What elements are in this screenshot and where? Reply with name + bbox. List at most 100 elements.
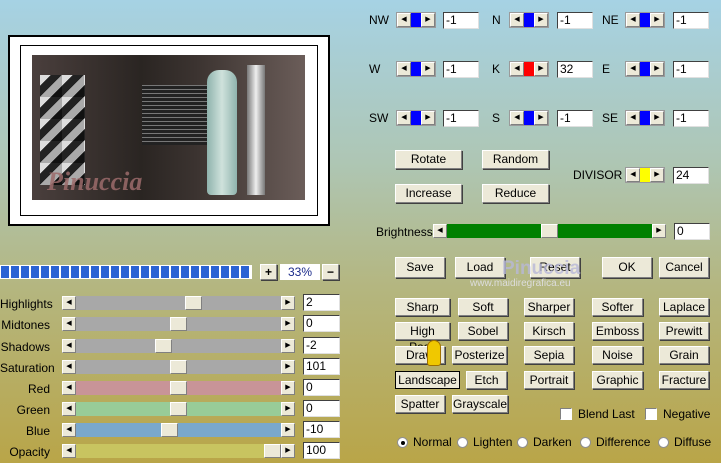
zoom-level: 33% — [280, 264, 320, 280]
preset-fracture-button[interactable]: Fracture — [659, 371, 709, 389]
brightness-thumb[interactable] — [541, 224, 558, 238]
watermark-name: Pinuccia — [502, 258, 581, 279]
matrix-sw-spinner[interactable]: ◀ ▶ — [396, 110, 436, 126]
preset-posterize-button[interactable]: Posterize — [452, 346, 507, 364]
brightness-input[interactable]: 0 — [674, 223, 710, 240]
opacity-input[interactable]: 100 — [303, 442, 340, 459]
matrix-w-spinner[interactable]: ◀ ▶ — [396, 61, 436, 77]
load-button[interactable]: Load — [455, 257, 505, 278]
midtones-input[interactable]: 0 — [303, 315, 340, 332]
slider-thumb[interactable] — [170, 360, 187, 374]
preview-watermark: Pinuccia — [47, 167, 143, 196]
matrix-e-spinner[interactable]: ◀ ▶ — [625, 61, 665, 77]
difference-radio[interactable] — [580, 437, 591, 448]
matrix-sw-input[interactable]: -1 — [443, 110, 479, 127]
slider-thumb[interactable] — [160, 423, 178, 437]
darken-radio[interactable] — [517, 437, 528, 448]
matrix-nw-spinner[interactable]: ◀ ▶ — [396, 12, 436, 28]
random-button[interactable]: Random — [482, 150, 549, 169]
matrix-se-spinner[interactable]: ◀ ▶ — [625, 110, 665, 126]
preset-kirsch-button[interactable]: Kirsch — [524, 322, 574, 340]
lighten-radio[interactable] — [457, 437, 468, 448]
highlights-input[interactable]: 2 — [303, 294, 340, 311]
progress-segment — [1, 266, 9, 278]
normal-radio[interactable] — [397, 437, 408, 448]
midtones-slider[interactable]: ◀ ▶ — [62, 317, 295, 331]
highlights-slider[interactable]: ◀ ▶ — [62, 296, 295, 310]
slider-label: Saturation — [0, 361, 55, 375]
divisor-spinner[interactable]: ◀ ▶ — [625, 167, 665, 183]
zoom-out-button[interactable]: − — [322, 264, 339, 280]
blend-last-checkbox[interactable] — [560, 408, 572, 420]
progress-segment — [201, 266, 209, 278]
preview-image[interactable]: Pinuccia — [32, 55, 305, 200]
matrix-k-input[interactable]: 32 — [557, 61, 593, 78]
preset-portrait-button[interactable]: Portrait — [524, 371, 574, 389]
preset-sharp-button[interactable]: Sharp — [395, 298, 450, 316]
preset-spatter-button[interactable]: Spatter — [395, 395, 445, 413]
green-input[interactable]: 0 — [303, 400, 340, 417]
slider-thumb[interactable] — [170, 381, 187, 395]
negative-checkbox[interactable] — [645, 408, 657, 420]
preset-softer-button[interactable]: Softer — [592, 298, 643, 316]
slider-thumb[interactable] — [170, 317, 187, 331]
blue-input[interactable]: -10 — [303, 421, 340, 438]
preset-laplace-button[interactable]: Laplace — [659, 298, 709, 316]
matrix-label: NE — [602, 13, 619, 27]
opacity-slider[interactable]: ◀ ▶ — [62, 444, 295, 458]
blue-slider[interactable]: ◀ ▶ — [62, 423, 295, 437]
red-slider[interactable]: ◀ ▶ — [62, 381, 295, 395]
saturation-input[interactable]: 101 — [303, 358, 340, 375]
diffuse-radio[interactable] — [658, 437, 669, 448]
green-slider[interactable]: ◀ ▶ — [62, 402, 295, 416]
cancel-button[interactable]: Cancel — [659, 257, 709, 278]
increase-button[interactable]: Increase — [395, 184, 462, 203]
preset-sepia-button[interactable]: Sepia — [524, 346, 574, 364]
preset-high-pass-button[interactable]: High Pass — [395, 322, 450, 354]
reduce-button[interactable]: Reduce — [482, 184, 549, 203]
zoom-in-button[interactable]: + — [260, 264, 277, 280]
saturation-slider[interactable]: ◀ ▶ — [62, 360, 295, 374]
matrix-ne-input[interactable]: -1 — [673, 12, 709, 29]
preset-sobel-button[interactable]: Sobel — [458, 322, 508, 340]
progress-segment — [241, 266, 249, 278]
slider-thumb[interactable] — [170, 402, 187, 416]
preset-graphic-button[interactable]: Graphic — [592, 371, 643, 389]
matrix-se-input[interactable]: -1 — [673, 110, 709, 127]
preset-noise-button[interactable]: Noise — [592, 346, 643, 364]
matrix-s-input[interactable]: -1 — [557, 110, 593, 127]
preset-grain-button[interactable]: Grain — [659, 346, 709, 364]
preset-landscape-button[interactable]: Landscape — [395, 371, 460, 389]
preset-prewitt-button[interactable]: Prewitt — [659, 322, 709, 340]
preset-grayscale-button[interactable]: Grayscale — [452, 395, 508, 413]
progress-segment — [101, 266, 109, 278]
divisor-input[interactable]: 24 — [673, 167, 709, 184]
matrix-nw-input[interactable]: -1 — [443, 12, 479, 29]
rotate-button[interactable]: Rotate — [395, 150, 462, 169]
preset-emboss-button[interactable]: Emboss — [592, 322, 643, 340]
progress-segment — [191, 266, 199, 278]
slider-thumb[interactable] — [264, 444, 281, 458]
preset-etch-button[interactable]: Etch — [466, 371, 507, 389]
matrix-n-spinner[interactable]: ◀ ▶ — [509, 12, 549, 28]
matrix-n-input[interactable]: -1 — [557, 12, 593, 29]
matrix-label: K — [492, 62, 501, 76]
matrix-w-input[interactable]: -1 — [443, 61, 479, 78]
slider-thumb[interactable] — [154, 339, 172, 353]
matrix-s-spinner[interactable]: ◀ ▶ — [509, 110, 549, 126]
slider-thumb[interactable] — [185, 296, 203, 310]
checkbox-label: Negative — [663, 407, 711, 421]
progress-segment — [81, 266, 89, 278]
preset-sharper-button[interactable]: Sharper — [524, 298, 574, 316]
save-button[interactable]: Save — [395, 257, 445, 278]
matrix-e-input[interactable]: -1 — [673, 61, 709, 78]
shadows-input[interactable]: -2 — [303, 337, 340, 354]
matrix-k-spinner[interactable]: ◀ ▶ — [509, 61, 549, 77]
red-input[interactable]: 0 — [303, 379, 340, 396]
preset-soft-button[interactable]: Soft — [458, 298, 508, 316]
radio-label: Darken — [533, 435, 572, 449]
ok-button[interactable]: OK — [602, 257, 652, 278]
brightness-slider[interactable]: ◀ ▶ — [433, 224, 666, 238]
matrix-ne-spinner[interactable]: ◀ ▶ — [625, 12, 665, 28]
shadows-slider[interactable]: ◀ ▶ — [62, 339, 295, 353]
